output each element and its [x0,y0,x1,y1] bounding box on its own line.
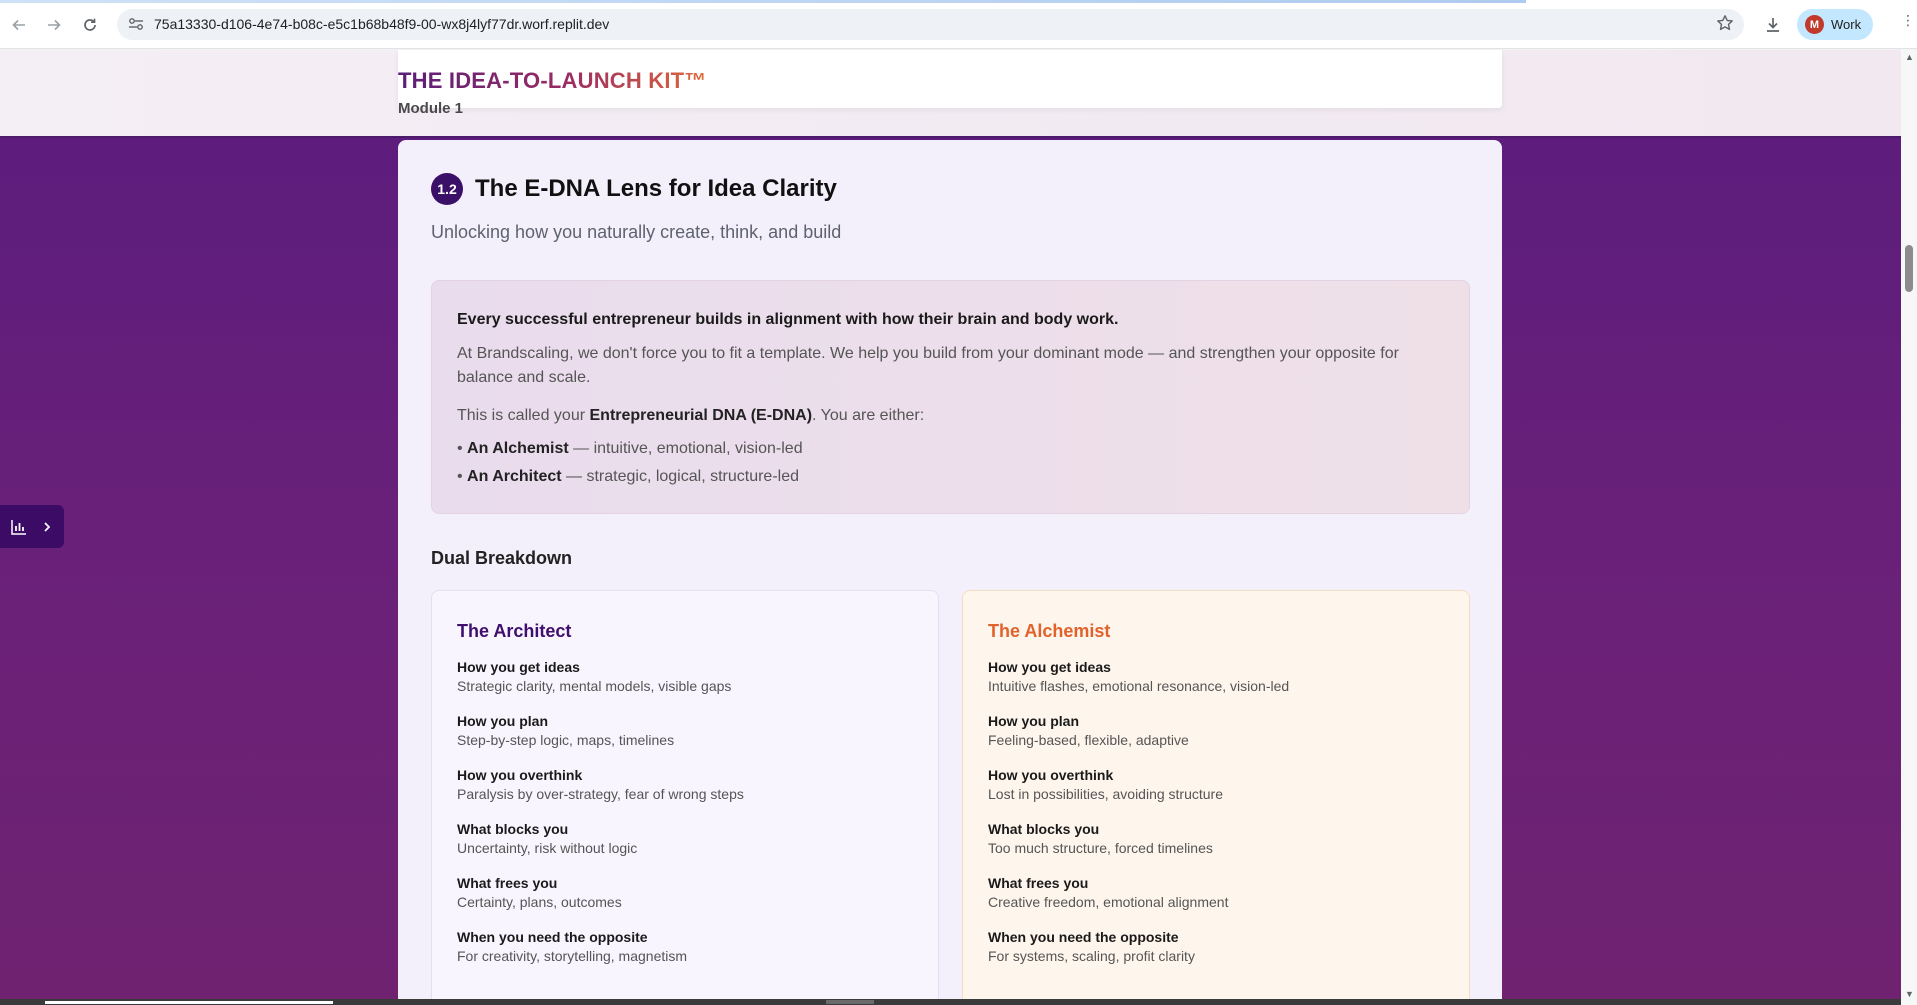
alchemist-title: The Alchemist [988,621,1111,641]
bottom-status-strip [0,999,1901,1005]
architect-card: The Architect How you get ideas Strategic… [431,590,939,999]
list-item: • An Architect — strategic, logical, str… [457,463,1444,491]
site-settings-icon[interactable] [127,15,145,33]
trait-label: How you plan [988,713,1079,729]
trait-value: Paralysis by over-strategy, fear of wron… [457,786,744,802]
trait-value: For systems, scaling, profit clarity [988,948,1195,964]
trait-value: Step-by-step logic, maps, timelines [457,732,675,748]
scroll-down-icon[interactable]: ▼ [1905,989,1914,999]
trait-label: When you need the opposite [988,929,1179,945]
trait-value: Strategic clarity, mental models, visibl… [457,678,732,694]
bar-chart-icon [11,519,26,535]
vertical-scrollbar[interactable]: ▲ ▼ [1901,50,1917,1005]
scrollbar-thumb[interactable] [1905,245,1913,292]
progress-drawer-toggle[interactable] [0,505,64,548]
forward-button[interactable] [42,13,66,37]
trait-value: Creative freedom, emotional alignment [988,894,1229,910]
trait-value: Lost in possibilities, avoiding structur… [988,786,1224,802]
trait-row: What frees you Certainty, plans, outcomes [457,874,913,912]
bottom-progress-indicator [45,1001,333,1004]
trait-row: When you need the opposite For systems, s… [988,928,1444,966]
profile-button[interactable]: M Work [1797,9,1873,40]
type-name: An Alchemist [467,440,569,457]
trait-row: How you plan Step-by-step logic, maps, ti… [457,712,913,750]
section-title: The E-DNA Lens for Idea Clarity [475,175,837,202]
avatar: M [1805,15,1824,34]
list-bullet: • [457,440,468,457]
trait-value: Uncertainty, risk without logic [457,840,638,856]
trait-value: Feeling-based, flexible, adaptive [988,732,1189,748]
url-text[interactable]: 75a13330-d106-4e74-b08c-e5c1b68b48f9-00-… [154,16,609,32]
list-bullet: • [457,468,468,485]
download-icon[interactable] [1761,13,1785,37]
trait-label: What frees you [457,875,558,891]
trait-label: When you need the opposite [457,929,648,945]
intro-callout: Every successful entrepreneur builds in … [431,280,1470,514]
list-item: • An Alchemist — intuitive, emotional, v… [457,435,1444,463]
trait-label: How you plan [457,713,548,729]
trait-value: Certainty, plans, outcomes [457,894,622,910]
edna-type-list: • An Alchemist — intuitive, emotional, v… [457,435,1444,491]
trait-row: What frees you Creative freedom, emotiona… [988,874,1444,912]
trait-label: How you get ideas [457,659,580,675]
trait-row: When you need the opposite For creativity… [457,928,913,966]
trait-row: How you plan Feeling-based, flexible, ada… [988,712,1444,750]
edna-term: Entrepreneurial DNA (E-DNA) [589,407,813,424]
browser-toolbar: 75a13330-d106-4e74-b08c-e5c1b68b48f9-00-… [0,0,1917,49]
reload-icon [84,18,96,31]
trait-value: Too much structure, forced timelines [988,840,1213,856]
reload-button[interactable] [78,13,102,37]
alchemist-card: The Alchemist How you get ideas Intuitive… [962,590,1470,999]
type-description: — strategic, logical, structure-led [561,468,799,485]
edna-prefix: This is called your [457,407,590,424]
edna-suffix: . You are either: [812,407,925,424]
trait-row: How you overthink Lost in possibilities, … [988,766,1444,804]
architect-title: The Architect [457,621,572,641]
address-bar[interactable]: 75a13330-d106-4e74-b08c-e5c1b68b48f9-00-… [117,9,1744,40]
trait-label: How you get ideas [988,659,1111,675]
intro-paragraph: At Brandscaling, we don't force you to f… [457,345,1399,386]
section-subtitle: Unlocking how you naturally create, thin… [431,222,842,242]
trait-label: How you overthink [457,767,583,783]
back-button[interactable] [7,13,31,37]
trait-label: How you overthink [988,767,1114,783]
trait-row: How you get ideas Strategic clarity, ment… [457,658,913,696]
kit-title: THE IDEA-TO-LAUNCH KIT™ [398,68,707,93]
page-load-progress [0,0,1526,3]
scroll-up-icon[interactable]: ▲ [1905,52,1914,62]
arrow-left-icon [12,19,25,31]
module-label: Module 1 [398,100,464,117]
type-name: An Architect [467,468,562,485]
edna-definition: This is called your Entrepreneurial DNA … [457,404,1444,428]
trait-value: Intuitive flashes, emotional resonance, … [988,678,1290,694]
trait-value: For creativity, storytelling, magnetism [457,948,688,964]
arrow-right-icon [48,19,61,31]
section-card: 1.2 The E-DNA Lens for Idea Clarity Unlo… [398,140,1502,999]
trait-label: What blocks you [457,821,569,837]
section-number-badge: 1.2 [431,173,463,205]
more-menu-icon[interactable]: ⋮ [1901,12,1915,29]
trait-label: What blocks you [988,821,1100,837]
bottom-handle [826,1000,874,1004]
trait-row: What blocks you Too much structure, force… [988,820,1444,858]
trait-row: How you get ideas Intuitive flashes, emot… [988,658,1444,696]
trait-row: What blocks you Uncertainty, risk without… [457,820,913,858]
page-viewport: THE IDEA-TO-LAUNCH KIT™ Module 1 1.2 The… [0,50,1901,999]
dual-breakdown-heading: Dual Breakdown [431,548,573,568]
intro-lead: Every successful entrepreneur builds in … [457,311,1119,328]
chevron-right-icon [44,521,51,532]
trait-label: What frees you [988,875,1089,891]
profile-name: Work [1831,17,1862,32]
bookmark-star-icon[interactable] [1716,14,1734,37]
trait-row: How you overthink Paralysis by over-strat… [457,766,913,804]
type-description: — intuitive, emotional, vision-led [568,440,803,457]
